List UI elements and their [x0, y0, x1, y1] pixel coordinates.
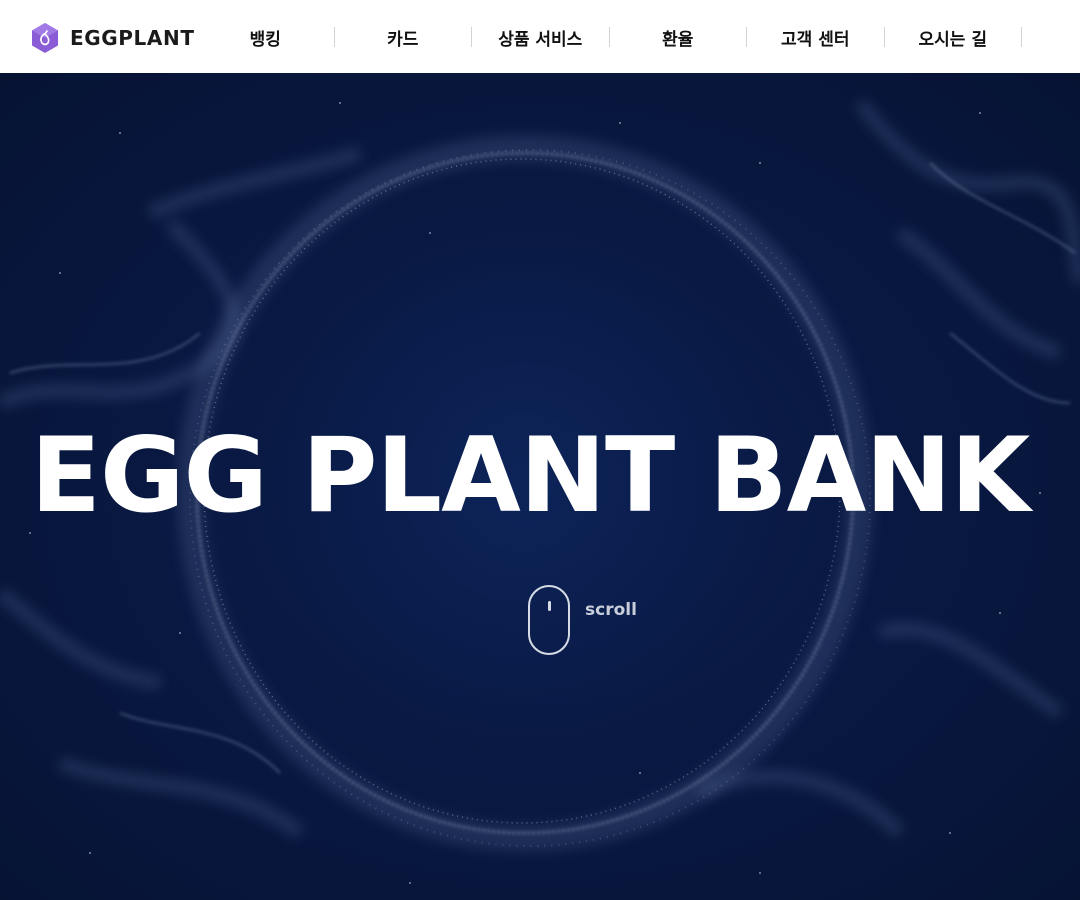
mouse-wheel [548, 601, 551, 611]
eggplant-logo-icon [32, 23, 58, 53]
scroll-label: scroll [585, 600, 637, 620]
logo[interactable]: EGGPLANT [30, 22, 195, 54]
main-nav: 뱅킹 카드 상품 서비스 환율 고객 센터 오시는 길 [197, 20, 1022, 54]
logo-text: EGGPLANT [70, 26, 195, 50]
nav-item-customer-center[interactable]: 고객 센터 [747, 27, 885, 50]
nav-item-card[interactable]: 카드 [335, 27, 472, 50]
scroll-indicator[interactable]: scroll [528, 585, 637, 655]
nav-item-exchange[interactable]: 환율 [610, 27, 747, 50]
hero-section: EGG PLANT BANK scroll [0, 73, 1080, 900]
site-header: EGGPLANT 뱅킹 카드 상품 서비스 환율 고객 센터 오시는 길 [0, 0, 1080, 73]
mouse-scroll-icon [528, 585, 570, 655]
hero-title: EGG PLANT BANK [30, 416, 1031, 536]
nav-item-directions[interactable]: 오시는 길 [885, 27, 1022, 50]
nav-item-banking[interactable]: 뱅킹 [197, 27, 335, 50]
nav-item-products[interactable]: 상품 서비스 [472, 27, 610, 50]
